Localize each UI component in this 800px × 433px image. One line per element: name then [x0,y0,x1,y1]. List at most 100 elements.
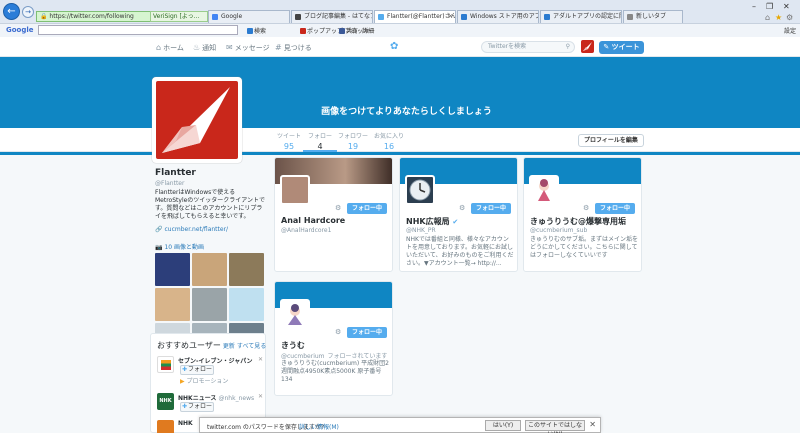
never-button[interactable]: このサイトではしない(N) [525,420,585,433]
nav-notifications-label: 通知 [202,44,217,52]
following-button[interactable]: フォロー中 [347,327,387,338]
card-avatar[interactable] [280,175,310,205]
minimize-window-icon[interactable]: – [752,2,756,11]
search-icon: ⚲ [565,43,570,50]
follow-button[interactable]: ✚フォロー [180,365,214,375]
twitter-bird-icon[interactable]: ✿ [390,41,398,52]
following-button[interactable]: フォロー中 [595,203,635,214]
forward-button[interactable]: → [22,6,34,18]
following-card[interactable]: ⚙ フォロー中 きうむ @cucmberium フォローされています きゅうりうむ… [274,281,393,396]
close-window-icon[interactable]: ✕ [783,2,790,11]
restore-window-icon[interactable]: ❐ [766,2,773,11]
media-thumbnail[interactable] [155,253,190,286]
stat-favorites[interactable]: お気に入り 16 [372,131,406,151]
dismiss-icon[interactable]: ✕ [258,393,263,400]
tweet-button[interactable]: ✎ ツイート [599,41,644,54]
suggestion-name[interactable]: NHKニュース [178,395,216,402]
nav-discover[interactable]: # 見つける [275,43,312,53]
close-icon[interactable]: ✕ [589,420,596,429]
google-search-input[interactable] [38,25,238,35]
card-avatar[interactable] [529,175,559,205]
gear-icon[interactable]: ⚙ [335,328,341,336]
tab-label: Windows ストア用のアプリ認定... [470,13,538,20]
profile-name[interactable]: Flantter [155,168,196,178]
banner-prompt: 画像をつけてよりあなたらしくしましょう [321,107,492,117]
tab-label: Google [221,13,243,20]
follow-label: フォロー [188,366,213,373]
media-thumbnail[interactable] [229,288,264,321]
browser-tab[interactable]: アダルトアプリの認定に関して [540,10,622,23]
twitter-search-input[interactable]: Twitterを検索 ⚲ [481,41,575,53]
following-card[interactable]: ⚙ フォロー中 NHK広報局 ✔ @NHK_PR NHKでは番組と同様、様々なア… [399,157,518,272]
profile-media-link[interactable]: 📷 10 画像と動画 [155,242,204,251]
dismiss-icon[interactable]: ✕ [258,356,263,363]
edit-profile-button[interactable]: プロフィールを編集 [578,134,644,147]
suggestion-avatar[interactable] [157,356,174,373]
account-avatar[interactable] [581,40,594,53]
more-info-link[interactable]: 詳しい情報(M) [299,422,339,431]
tab-favicon-icon [378,14,384,20]
toolbar-settings-label: 設定 [784,28,797,35]
suggestion-avatar[interactable]: NHK [157,393,174,410]
home-icon: ⌂ [156,43,162,52]
card-name[interactable]: NHK広報局 ✔ [406,216,458,227]
following-card[interactable]: ⚙ フォロー中 きゅうりうむ@爆撃専用垢 @cucmberium_sub きゅう… [523,157,642,272]
profile-link[interactable]: 🔗 cucmber.net/flantter/ [155,226,228,233]
card-avatar[interactable] [405,175,435,205]
following-button[interactable]: フォロー中 [347,203,387,214]
gear-icon[interactable]: ⚙ [459,204,465,212]
card-handle: @cucmberium フォローされています [281,351,387,360]
stat-tweets[interactable]: ツイート 95 [272,131,306,151]
media-thumbnail[interactable] [229,253,264,286]
browser-tab[interactable]: Windows ストア用のアプリ認定... [457,10,539,23]
media-thumbnail[interactable] [192,253,227,286]
gear-icon[interactable]: ⚙ [335,204,341,212]
follow-button[interactable]: ✚フォロー [180,402,214,412]
profile-avatar[interactable] [152,77,242,163]
browser-tab[interactable]: ブログ記事編集 - はてなブログ [291,10,373,23]
stat-followers[interactable]: フォロワー 19 [336,131,370,151]
following-button[interactable]: フォロー中 [471,203,511,214]
toolbar-share-label: 共有 [346,28,359,35]
card-name[interactable]: きゅうりうむ@爆撃専用垢 [530,216,626,227]
stat-following[interactable]: フォロー 4 [303,131,337,152]
gear-icon[interactable]: ⚙ [786,13,793,22]
media-thumbnail[interactable] [192,288,227,321]
verified-icon: ✔ [452,218,459,226]
browser-tab[interactable]: Google [208,10,290,23]
view-all-link[interactable]: すべて見る [237,343,266,350]
yes-button[interactable]: はい(Y) [485,420,521,431]
suggestion-name[interactable]: NHK [178,420,193,427]
card-avatar[interactable] [280,299,310,329]
promoted-text: プロモーション [186,378,229,385]
browser-tab[interactable]: Flantter(@Flantter)さん |...✕ [374,10,456,23]
nav-home-label: ホーム [163,44,184,52]
stat-value: 19 [347,142,359,151]
card-handle: @cucmberium_sub [530,227,588,234]
card-name[interactable]: Anal Hardcore [281,216,345,225]
card-name[interactable]: きうむ [281,340,305,351]
toolbar-share[interactable]: 共有 [339,26,358,35]
nav-notifications[interactable]: ♨ 通知 [193,43,216,53]
share-icon [339,28,345,34]
browser-tab[interactable]: 新しいタブ [623,10,683,23]
home-icon[interactable]: ⌂ [765,13,770,22]
gear-icon[interactable]: ⚙ [583,204,589,212]
tab-label: アダルトアプリの認定に関して [553,13,621,20]
following-card[interactable]: ⚙ フォロー中 Anal Hardcore @AnalHardcore1 [274,157,393,272]
suggestion-avatar[interactable] [157,420,174,433]
nav-home[interactable]: ⌂ ホーム [156,43,184,53]
certificate-badge[interactable]: VeriSign [よっ... [150,11,208,22]
tab-label: Flantter(@Flantter)さん |... [387,13,456,20]
toolbar-more[interactable]: 詳細 [362,26,374,35]
media-thumbnail[interactable] [155,288,190,321]
close-tab-icon[interactable]: ✕ [448,11,453,22]
toolbar-settings[interactable]: 設定 [784,26,796,35]
refresh-link[interactable]: 更新 [223,343,235,350]
favorites-icon[interactable]: ★ [775,13,782,22]
search-placeholder: Twitterを検索 [488,43,527,50]
toolbar-search[interactable]: 検索 [247,26,266,35]
nav-messages[interactable]: ✉ メッセージ [226,43,270,53]
back-button[interactable]: ← [3,3,20,20]
suggestion-name[interactable]: セブン‐イレブン・ジャパン [178,356,253,365]
